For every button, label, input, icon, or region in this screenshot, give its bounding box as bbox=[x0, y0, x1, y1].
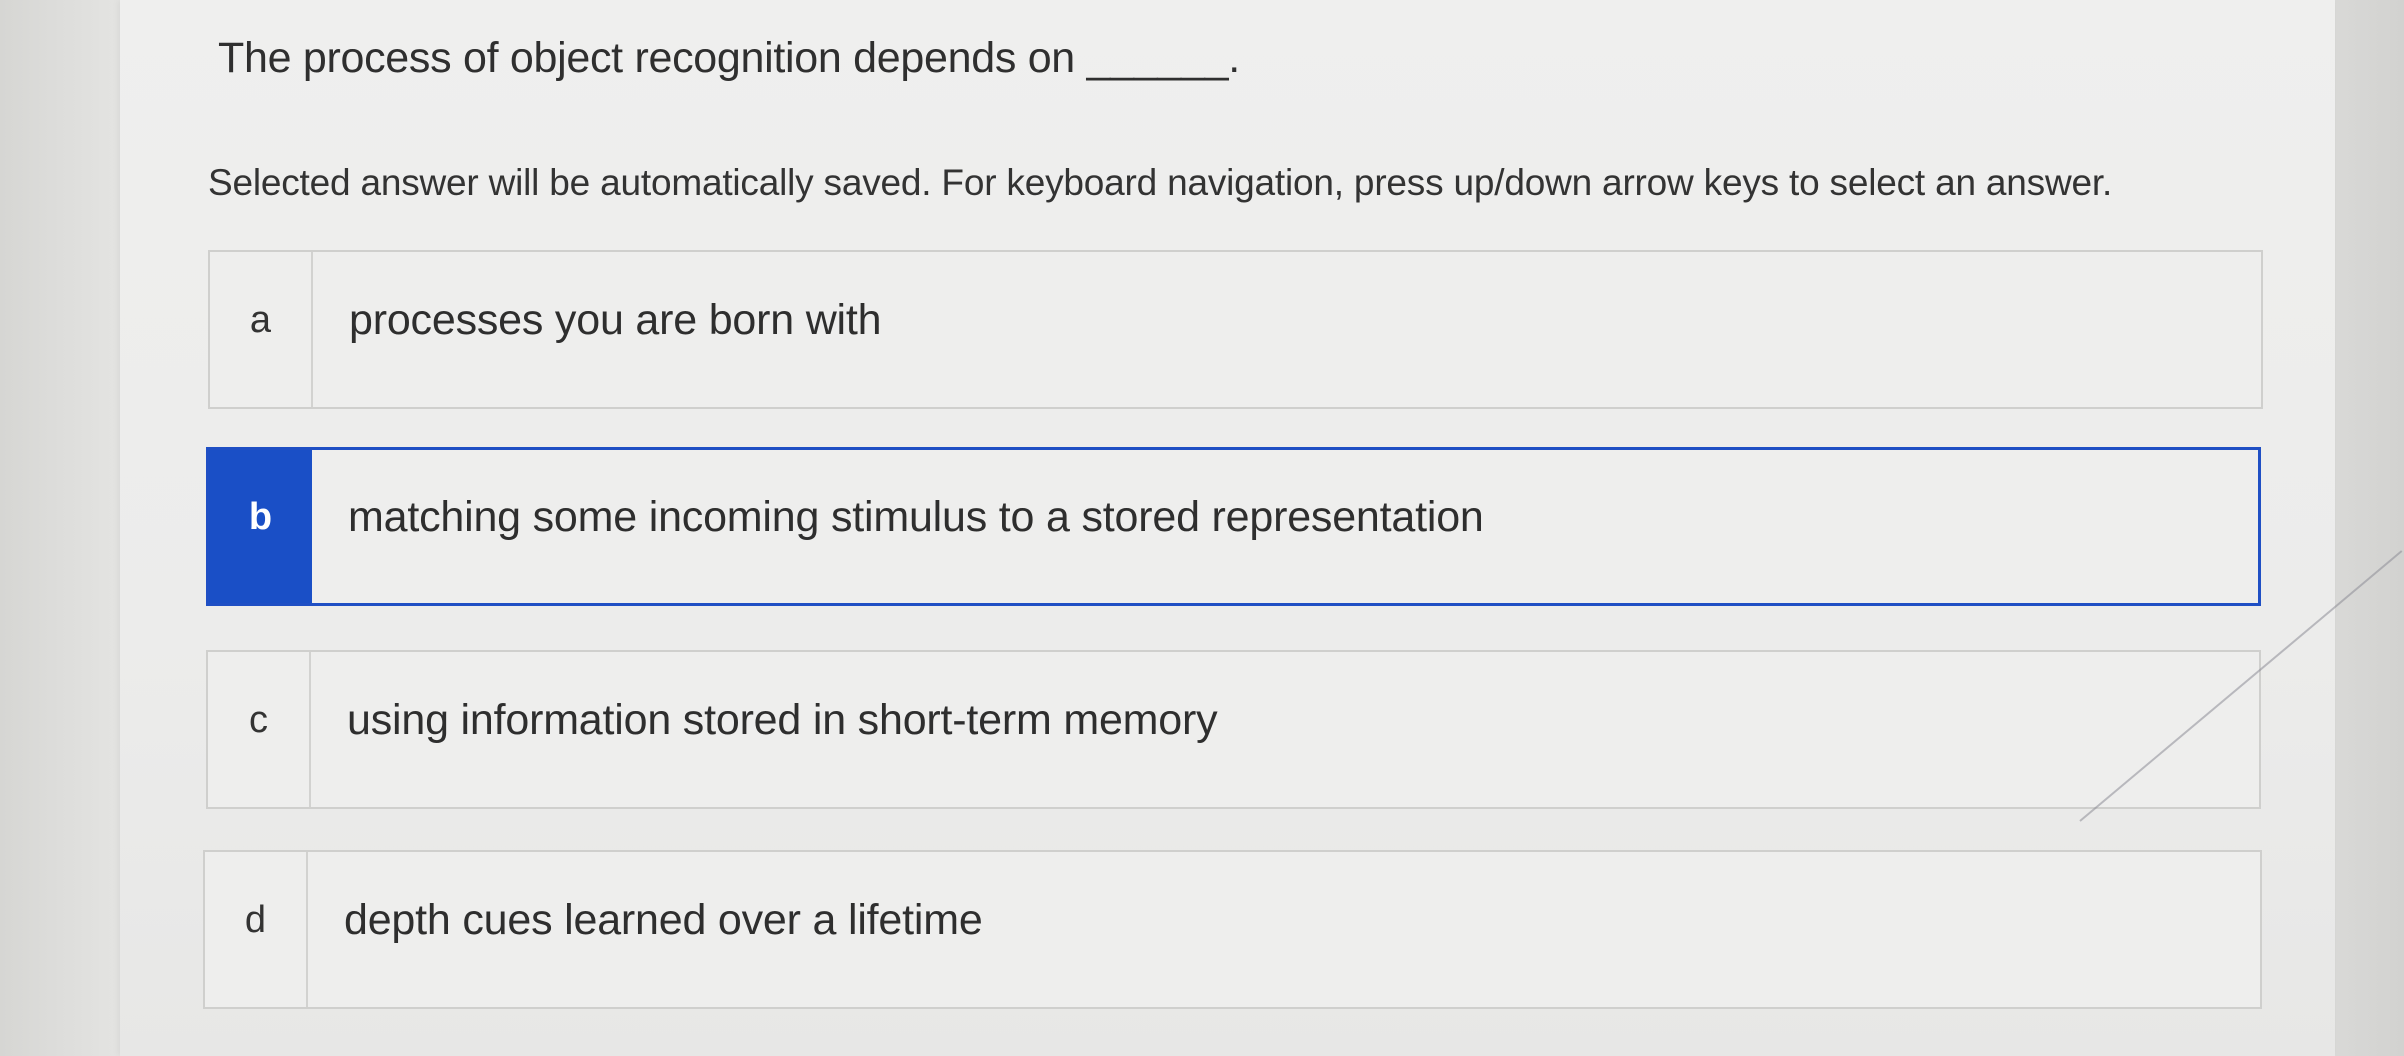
answer-option-a[interactable]: a processes you are born with bbox=[208, 250, 2263, 409]
option-text: matching some incoming stimulus to a sto… bbox=[348, 493, 1484, 541]
option-letter: b bbox=[209, 450, 312, 603]
option-letter: d bbox=[205, 852, 308, 1007]
option-text: depth cues learned over a lifetime bbox=[344, 896, 983, 944]
option-text: processes you are born with bbox=[349, 296, 882, 344]
question-text: The process of object recognition depend… bbox=[218, 34, 1240, 82]
option-text: using information stored in short-term m… bbox=[347, 696, 1218, 744]
option-letter: a bbox=[210, 252, 313, 407]
instructions-text: Selected answer will be automatically sa… bbox=[208, 162, 2113, 203]
answer-option-d[interactable]: d depth cues learned over a lifetime bbox=[203, 850, 2262, 1009]
answer-option-c[interactable]: c using information stored in short-term… bbox=[206, 650, 2261, 809]
option-letter: c bbox=[208, 652, 311, 807]
answer-option-b[interactable]: b matching some incoming stimulus to a s… bbox=[206, 447, 2261, 606]
